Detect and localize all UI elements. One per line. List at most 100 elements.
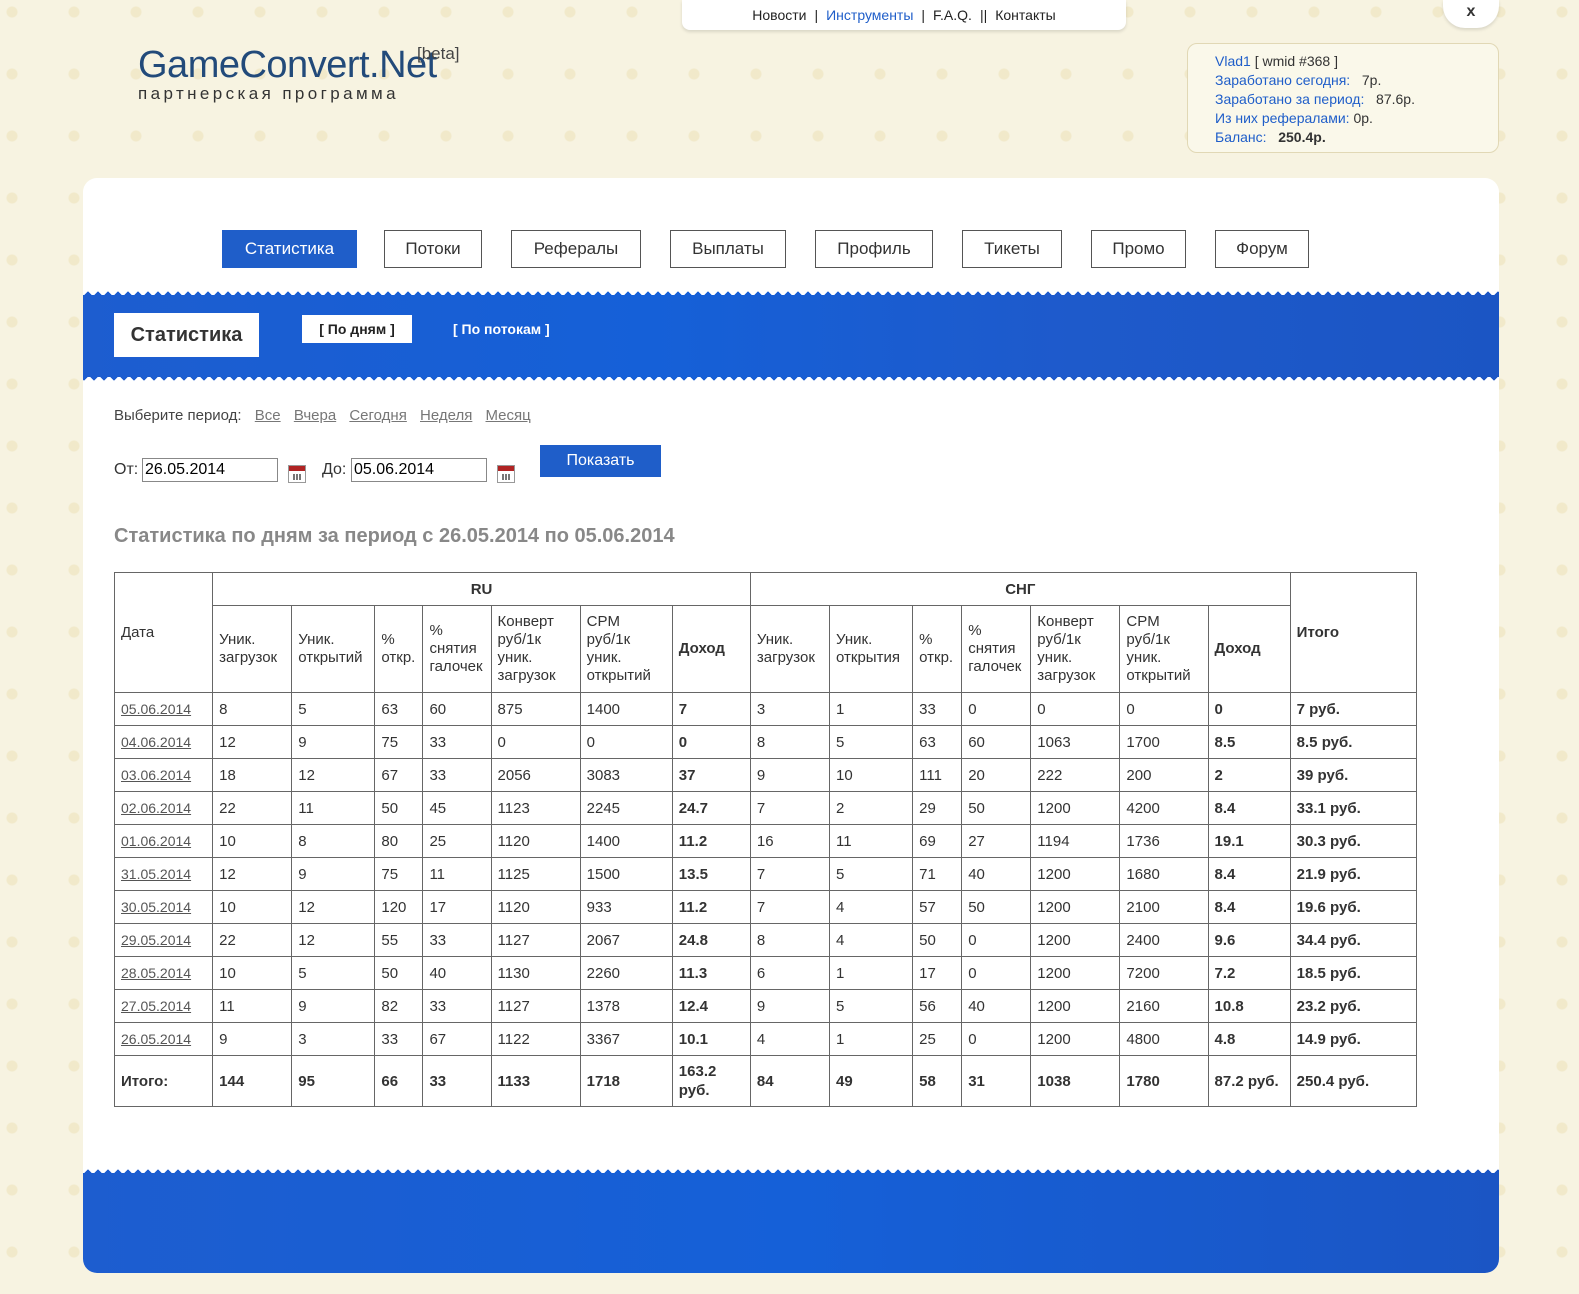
date-link[interactable]: 03.06.2014 xyxy=(121,767,191,783)
period-week[interactable]: Неделя xyxy=(420,407,472,424)
tab-promo[interactable]: Промо xyxy=(1091,230,1186,268)
table-cell: 24.8 xyxy=(671,923,751,957)
date-link[interactable]: 30.05.2014 xyxy=(121,899,191,915)
column-header: Уник. загрузок xyxy=(212,605,293,693)
total-header: Итого xyxy=(1289,572,1418,693)
date-link[interactable]: 02.06.2014 xyxy=(121,800,191,816)
balance-label: Баланс: xyxy=(1215,129,1267,145)
table-cell: 7200 xyxy=(1119,956,1209,990)
topnav-tools[interactable]: Инструменты xyxy=(818,7,921,23)
table-cell: 10.1 xyxy=(671,1022,751,1056)
date-header: Дата xyxy=(113,572,214,693)
topnav-contacts[interactable]: Контакты xyxy=(987,7,1063,23)
stats-table: Дата RU СНГ Итого Уник. загрузок Уник. о… xyxy=(113,572,1418,1107)
date-link[interactable]: 26.05.2014 xyxy=(121,1031,191,1047)
table-cell: 1063 xyxy=(1030,725,1121,759)
tab-streams[interactable]: Потоки xyxy=(384,230,482,268)
date-to-label: До: xyxy=(322,461,347,478)
main-panel: Статистика Потоки Рефералы Выплаты Профи… xyxy=(83,178,1499,1273)
table-cell: 49 xyxy=(829,1055,914,1107)
date-link[interactable]: 04.06.2014 xyxy=(121,734,191,750)
table-cell: 5 xyxy=(829,857,914,891)
table-cell: 2100 xyxy=(1119,890,1209,924)
date-link[interactable]: 29.05.2014 xyxy=(121,932,191,948)
cis-group-header: СНГ xyxy=(749,572,1291,606)
date-cell: 04.06.2014 xyxy=(113,725,214,759)
calendar-icon[interactable] xyxy=(497,465,515,483)
by-streams-link[interactable]: [ По потокам ] xyxy=(453,321,550,337)
tab-profile[interactable]: Профиль xyxy=(815,230,933,268)
user-name-link[interactable]: Vlad1 xyxy=(1215,53,1251,69)
earned-period-value: 87.6р. xyxy=(1376,91,1415,107)
topnav-news[interactable]: Новости xyxy=(744,7,814,23)
date-cell: 05.06.2014 xyxy=(113,692,214,726)
table-cell: 0 xyxy=(961,923,1032,957)
topnav-separator: || xyxy=(979,7,988,23)
table-cell: 2056 xyxy=(490,758,581,792)
date-link[interactable]: 28.05.2014 xyxy=(121,965,191,981)
table-cell: 12 xyxy=(212,857,293,891)
show-button[interactable]: Показать xyxy=(540,445,661,477)
table-row: 26.05.2014 9 3 33 67 1122 3367 10.1 4 1 25 0 1200 480… xyxy=(113,1022,1418,1056)
table-cell: 33 xyxy=(912,692,963,726)
date-from-input[interactable] xyxy=(142,458,278,482)
table-cell: 1120 xyxy=(490,890,581,924)
period-all[interactable]: Все xyxy=(255,407,281,424)
row-total-cell: 14.9 руб. xyxy=(1289,1022,1418,1056)
table-cell: 1200 xyxy=(1030,989,1121,1023)
table-cell: 11.2 xyxy=(671,824,751,858)
table-cell: 3 xyxy=(749,692,831,726)
table-cell: 120 xyxy=(374,890,424,924)
table-cell: 40 xyxy=(422,956,492,990)
table-cell: 58 xyxy=(912,1055,963,1107)
table-cell: 9 xyxy=(212,1022,293,1056)
period-month[interactable]: Месяц xyxy=(486,407,531,424)
tab-forum[interactable]: Форум xyxy=(1215,230,1309,268)
table-cell: 875 xyxy=(490,692,581,726)
by-days-link[interactable]: [ По дням ] xyxy=(302,315,412,343)
table-cell: 40 xyxy=(961,989,1032,1023)
date-cell: 31.05.2014 xyxy=(113,857,214,891)
tab-tickets[interactable]: Тикеты xyxy=(962,230,1062,268)
table-cell: 4.8 xyxy=(1207,1022,1291,1056)
table-cell: 12.4 xyxy=(671,989,751,1023)
table-cell: 1200 xyxy=(1030,956,1121,990)
totals-label: Итого: xyxy=(113,1055,214,1107)
close-button[interactable]: x xyxy=(1443,0,1499,28)
table-cell: 22 xyxy=(212,923,293,957)
table-cell: 60 xyxy=(961,725,1032,759)
date-link[interactable]: 27.05.2014 xyxy=(121,998,191,1014)
date-to-input[interactable] xyxy=(351,458,487,482)
table-cell: 0 xyxy=(1030,692,1121,726)
table-cell: 1130 xyxy=(490,956,581,990)
tab-statistics[interactable]: Статистика xyxy=(222,230,357,268)
tab-payouts[interactable]: Выплаты xyxy=(670,230,786,268)
period-today[interactable]: Сегодня xyxy=(349,407,407,424)
logo[interactable]: GameConvert.Net [beta] партнерская прогр… xyxy=(138,44,460,104)
table-cell: 9 xyxy=(749,989,831,1023)
date-link[interactable]: 05.06.2014 xyxy=(121,701,191,717)
tab-referrals[interactable]: Рефералы xyxy=(511,230,641,268)
table-cell: 55 xyxy=(374,923,424,957)
row-total-cell: 18.5 руб. xyxy=(1289,956,1418,990)
table-cell: 9.6 xyxy=(1207,923,1291,957)
earned-today-value: 7р. xyxy=(1361,72,1382,88)
date-link[interactable]: 01.06.2014 xyxy=(121,833,191,849)
table-cell: 4 xyxy=(829,923,914,957)
table-cell: 11 xyxy=(212,989,293,1023)
table-cell: 63 xyxy=(912,725,963,759)
date-cell: 02.06.2014 xyxy=(113,791,214,825)
date-link[interactable]: 31.05.2014 xyxy=(121,866,191,882)
calendar-icon[interactable] xyxy=(288,465,306,483)
table-cell: 10 xyxy=(212,890,293,924)
table-cell: 10 xyxy=(212,956,293,990)
row-total-cell: 34.4 руб. xyxy=(1289,923,1418,957)
period-yesterday[interactable]: Вчера xyxy=(294,407,336,424)
column-header: % снятия галочек xyxy=(422,605,492,693)
table-cell: 7.2 xyxy=(1207,956,1291,990)
main-tabs: Статистика Потоки Рефералы Выплаты Профи… xyxy=(83,230,1499,268)
table-cell: 17 xyxy=(422,890,492,924)
topnav-faq[interactable]: F.A.Q. xyxy=(925,7,980,23)
table-cell: 2 xyxy=(829,791,914,825)
table-cell: 2 xyxy=(1207,758,1291,792)
